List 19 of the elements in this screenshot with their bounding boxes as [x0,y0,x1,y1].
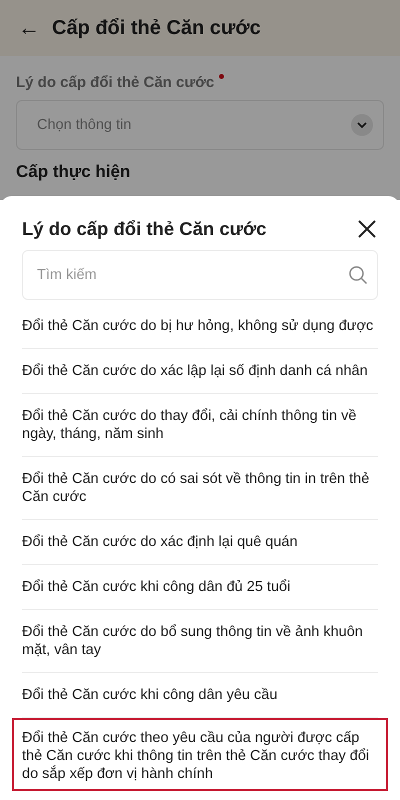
sheet-title: Lý do cấp đổi thẻ Căn cước [22,218,266,240]
section-heading: Cấp thực hiện [16,162,132,182]
close-button[interactable] [356,218,378,240]
reason-option[interactable]: Đổi thẻ Căn cước khi công dân yêu cầu [22,673,378,718]
reason-option[interactable]: Đổi thẻ Căn cước do bổ sung thông tin về ảnh khuôn mặt, vân tay [22,610,378,673]
reason-option[interactable]: Đổi thẻ Căn cước theo yêu cầu của người được cấp thẻ Căn cước khi thông tin trên thẻ Căn cước thay đổi do sắp xếp đơn vị hành chính [12,718,388,791]
search-field[interactable]: Tìm kiếm [22,250,378,300]
reason-option[interactable]: Đổi thẻ Căn cước do thay đổi, cải chính thông tin về ngày, tháng, năm sinh [22,394,378,457]
close-icon [356,218,378,240]
reason-option[interactable]: Đổi thẻ Căn cước do xác lập lại số định danh cá nhân [22,349,378,394]
search-icon [348,265,368,285]
field-label: Lý do cấp đổi thẻ Căn cước [16,74,214,91]
page-title: Cấp đổi thẻ Căn cước [52,16,261,40]
reason-option[interactable]: Đổi thẻ Căn cước do xác định lại quê quán [22,520,378,565]
reason-option[interactable]: Đổi thẻ Căn cước do có sai sót về thông tin in trên thẻ Căn cước [22,457,378,520]
reason-option[interactable]: Đổi thẻ Căn cước khi công dân đủ 25 tuổi [22,565,378,610]
back-button[interactable]: ← [18,15,40,41]
chevron-down-icon [351,114,373,136]
reason-option[interactable]: Đổi thẻ Căn cước do bị hư hỏng, không sử dụng được [22,304,378,349]
